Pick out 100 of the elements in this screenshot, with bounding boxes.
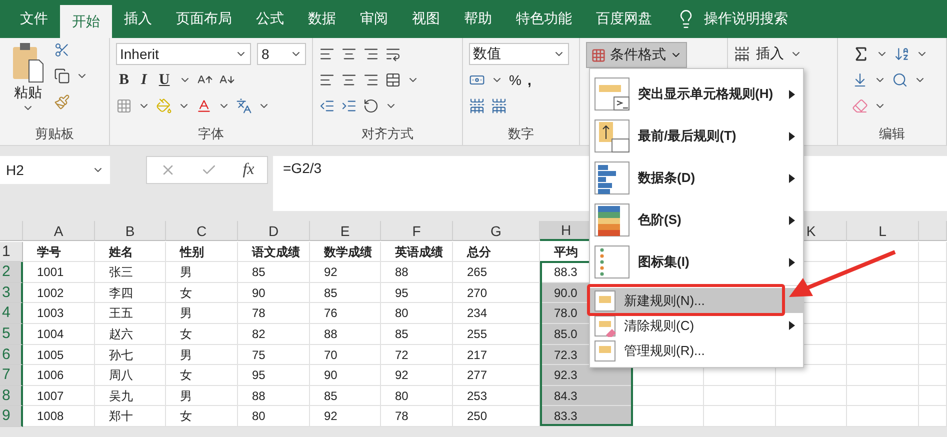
table-cell (704, 386, 776, 406)
search-icon[interactable] (892, 72, 908, 88)
insert-button[interactable]: 插入 (756, 45, 784, 63)
column-header[interactable]: A (23, 221, 95, 241)
table-cell: 90 (310, 365, 381, 386)
table-cell (919, 282, 947, 304)
ribbon-tab[interactable]: 公式 (244, 0, 296, 38)
percent-button[interactable]: % (509, 72, 522, 88)
table-cell: 姓名 (95, 242, 166, 262)
table-cell: 1003 (23, 303, 95, 324)
submenu-arrow-icon (789, 132, 795, 140)
table-cell: 70 (310, 344, 381, 366)
insert-cells-icon[interactable] (734, 46, 750, 62)
ribbon-tab[interactable]: 帮助 (452, 0, 504, 38)
table-cell: 数学成绩 (310, 242, 381, 262)
table-cell: 92 (310, 262, 381, 283)
insert-function-button[interactable]: fx (242, 161, 254, 179)
row-header[interactable]: 8 (0, 386, 23, 406)
table-cell: 女 (166, 406, 238, 427)
ribbon-tab[interactable]: 文件 (8, 0, 60, 38)
font-size-field[interactable]: 8 (257, 43, 306, 65)
name-box[interactable]: H2 (0, 156, 110, 184)
column-header[interactable]: D (238, 221, 310, 241)
merge-cells-icon[interactable] (385, 72, 401, 88)
table-cell: 90 (238, 282, 310, 304)
clipboard-paste-icon[interactable] (11, 42, 45, 84)
number-format-field[interactable]: 数值 (469, 43, 569, 65)
align-left-icon[interactable] (319, 72, 335, 88)
column-header[interactable]: C (166, 221, 238, 241)
table-cell: 男 (166, 344, 238, 366)
align-bottom-icon[interactable] (363, 46, 379, 62)
align-right-icon[interactable] (363, 72, 379, 88)
table-cell: 英语成绩 (381, 242, 453, 262)
paintbrush-icon[interactable] (54, 94, 70, 110)
row-header[interactable]: 6 (0, 344, 23, 366)
column-header[interactable]: E (310, 221, 381, 241)
align-middle-icon[interactable] (341, 46, 357, 62)
row-header[interactable]: 2 (0, 262, 23, 283)
table-icon (594, 77, 630, 111)
bold-button[interactable]: B (116, 72, 132, 88)
align-center-icon[interactable] (341, 72, 357, 88)
align-top-icon[interactable] (319, 46, 335, 62)
table-cell: 76 (310, 303, 381, 324)
table-cell: 王五 (95, 303, 166, 324)
table-cell (919, 324, 947, 345)
borders-icon[interactable] (116, 98, 132, 114)
ribbon-tab[interactable]: 视图 (400, 0, 452, 38)
phonetic-icon[interactable] (236, 98, 252, 114)
menu-item[interactable]: 突出显示单元格规则(H) (590, 73, 803, 115)
italic-button[interactable]: I (138, 72, 150, 88)
table-cell: 250 (453, 406, 540, 427)
menu-item[interactable]: 数据条(D) (590, 157, 803, 199)
row-header[interactable]: 9 (0, 406, 23, 427)
underline-button[interactable]: U (156, 72, 173, 88)
table-cell: 85 (238, 262, 310, 283)
conditional-formatting-button[interactable]: 条件格式 (586, 42, 687, 68)
paste-button[interactable]: 粘贴 (14, 84, 42, 102)
table-cell: 75 (238, 344, 310, 366)
table-icon (594, 119, 630, 153)
ribbon-tab[interactable]: 开始 (60, 5, 112, 38)
column-header[interactable]: L (847, 221, 919, 241)
wrap-text-icon[interactable] (385, 46, 401, 62)
row-header[interactable]: 4 (0, 303, 23, 324)
row-header[interactable]: 1 (0, 242, 23, 262)
ribbon-tab[interactable]: 页面布局 (164, 0, 244, 38)
row-header[interactable]: 7 (0, 365, 23, 386)
copy-icon[interactable] (54, 68, 70, 84)
ribbon-tab[interactable]: 审阅 (348, 0, 400, 38)
menu-item[interactable]: 新建规则(N)... (590, 288, 803, 313)
column-header[interactable]: F (381, 221, 453, 241)
font-color-icon[interactable] (196, 98, 212, 114)
table-cell: 84.3 (540, 386, 633, 406)
table-cell: 80 (238, 406, 310, 427)
table-cell: 92 (381, 365, 453, 386)
tell-me-search[interactable]: 操作说明搜索 (704, 10, 788, 28)
table-cell: 吴九 (95, 386, 166, 406)
table-cell: 总分 (453, 242, 540, 262)
table-cell: 1001 (23, 262, 95, 283)
table-cell (847, 344, 919, 366)
comma-button[interactable]: , (527, 72, 532, 88)
font-name-field[interactable]: Inherit (116, 43, 252, 65)
orientation-icon[interactable] (363, 98, 379, 114)
increase-indent-icon[interactable] (341, 98, 357, 114)
ribbon-tab[interactable]: 数据 (296, 0, 348, 38)
table-cell: 255 (453, 324, 540, 345)
fill-color-icon[interactable] (156, 98, 172, 114)
menu-item[interactable]: 最前/最后规则(T) (590, 115, 803, 157)
ribbon-tab[interactable]: 特色功能 (504, 0, 584, 38)
table-cell (704, 406, 776, 427)
scissors-icon[interactable] (54, 42, 70, 58)
column-header[interactable]: B (95, 221, 166, 241)
sort-filter-icon[interactable] (894, 46, 910, 62)
decrease-indent-icon[interactable] (319, 98, 335, 114)
ribbon-tab[interactable]: 百度网盘 (584, 0, 664, 38)
row-header[interactable]: 5 (0, 324, 23, 345)
column-header[interactable]: G (453, 221, 540, 241)
ribbon-tab[interactable]: 插入 (112, 0, 164, 38)
row-header[interactable]: 3 (0, 282, 23, 304)
fill-down-icon[interactable] (852, 72, 868, 88)
table-icon (594, 161, 630, 195)
